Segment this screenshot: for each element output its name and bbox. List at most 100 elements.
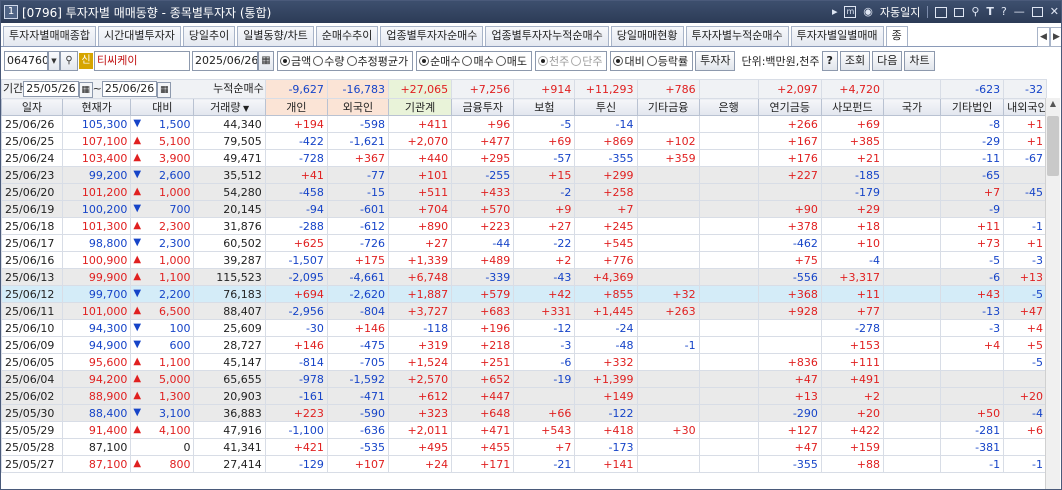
column-header[interactable]: 기관계 (388, 98, 453, 116)
radio-icon[interactable] (313, 56, 324, 66)
radio-icon[interactable] (537, 56, 548, 66)
vertical-scrollbar[interactable]: ▲ (1045, 98, 1060, 489)
pin-icon[interactable]: ⚲ (971, 1, 979, 23)
search-button[interactable]: 조회 (839, 51, 871, 71)
table-row[interactable]: 25/05/29 91,400 ▲ 4,100 47,916 -1,100 -636 +2,0… (1, 421, 1047, 439)
close-icon[interactable]: ✕ (1050, 1, 1059, 23)
column-header[interactable]: 현재가 (62, 98, 132, 116)
radios-unit-option[interactable]: 단주 (571, 53, 602, 69)
table-row[interactable]: 25/06/20 101,200 ▲ 1,000 54,280 -458 -15 +511 +4… (1, 183, 1047, 201)
radios-value-option[interactable]: 추정평균가 (346, 53, 408, 69)
radios-value-option[interactable]: 금액 (280, 53, 311, 69)
radios-unit-option[interactable]: 천주 (537, 53, 569, 69)
radios-value-option[interactable]: 수량 (313, 53, 345, 69)
chart-button[interactable]: 차트 (904, 51, 935, 71)
radio-icon[interactable] (613, 56, 624, 66)
auto-daily-label[interactable]: 자동일지 (880, 4, 920, 20)
table-row[interactable]: 25/06/04 94,200 ▲ 5,000 65,655 -978 -1,592 +2,5… (1, 370, 1047, 388)
chevron-left-icon[interactable]: ◀ (1037, 27, 1050, 47)
table-row[interactable]: 25/06/25 107,100 ▲ 5,100 79,505 -422 -1,621 +2,… (1, 132, 1047, 150)
calendar-icon[interactable]: ▦ (258, 51, 274, 71)
column-header[interactable]: 대비 (130, 98, 195, 116)
column-header[interactable]: 개인 (264, 98, 328, 116)
table-row[interactable]: 25/06/26 105,300 ▼ 1,500 44,340 +194 -598 +411 +… (1, 115, 1047, 133)
table-row[interactable]: 25/06/02 88,900 ▲ 1,300 20,903 -161 -471 +612 +4… (1, 387, 1047, 405)
table-row[interactable]: 25/06/11 101,000 ▲ 6,500 88,407 -2,956 -804 +3,… (1, 302, 1047, 320)
title-bar[interactable]: 1 [0796] 투자자별 매매동향 - 종목별투자자 (통합) ▸ m ◉ 자… (1, 1, 1061, 23)
scroll-up-icon[interactable]: ▲ (1047, 99, 1059, 113)
table-row[interactable]: 25/06/10 94,300 ▼ 100 25,609 -30 +146 -118 +196 -… (1, 319, 1047, 337)
radio-icon[interactable] (419, 56, 430, 66)
tab-3[interactable]: 일별동향/차트 (237, 26, 314, 46)
font-icon[interactable]: T (986, 1, 994, 23)
tab-6[interactable]: 업종별투자자누적순매수 (485, 26, 609, 46)
clock-icon[interactable]: ◉ (863, 1, 873, 23)
search-icon[interactable]: ⚲ (60, 51, 78, 71)
radio-icon[interactable] (462, 56, 473, 66)
play-icon[interactable]: ▸ (832, 1, 838, 23)
dropdown-icon[interactable]: ▼ (48, 51, 60, 71)
tab-5[interactable]: 업종별투자자순매수 (380, 26, 484, 46)
column-header[interactable]: 은행 (698, 98, 759, 116)
radios-side-option[interactable]: 매수 (462, 53, 494, 69)
help-button[interactable]: ? (821, 51, 838, 71)
tab-1[interactable]: 시간대별투자자 (97, 26, 181, 46)
column-header[interactable]: 국가 (882, 98, 942, 116)
radios-side-option[interactable]: 매도 (495, 53, 527, 69)
radios-compare-option[interactable]: 대비 (613, 53, 645, 69)
column-header[interactable]: 보험 (513, 98, 576, 116)
calendar-icon[interactable]: ▦ (78, 82, 93, 98)
tab-0[interactable]: 투자자별매매종합 (3, 26, 96, 46)
radio-icon[interactable] (280, 56, 290, 66)
column-header[interactable]: 일자 (1, 98, 64, 116)
column-header[interactable]: 기타금융 (636, 98, 700, 116)
memo-icon[interactable]: m (844, 6, 857, 18)
column-header[interactable]: 금융투자 (451, 98, 515, 116)
period-from-input[interactable]: 25/05/26 (23, 81, 79, 97)
tab-10[interactable]: 종 (885, 26, 908, 46)
date-input[interactable]: 2025/06/26 (192, 51, 258, 71)
table-row[interactable]: 25/06/16 100,900 ▲ 1,000 39,287 -1,507 +175 +1,… (1, 251, 1047, 269)
radio-icon[interactable] (346, 56, 357, 66)
column-header[interactable]: 투신 (574, 98, 638, 116)
window-number[interactable]: 1 (4, 5, 18, 19)
tab-9[interactable]: 투자자별일별매매 (790, 26, 884, 46)
table-row[interactable]: 25/05/30 88,400 ▼ 3,100 36,883 +223 -590 +323 +6… (1, 404, 1047, 422)
tab-4[interactable]: 순매수추이 (315, 26, 379, 46)
table-row[interactable]: 25/06/17 98,800 ▼ 2,300 60,502 +625 -726 +27 -44… (1, 234, 1047, 252)
copy-icon[interactable] (954, 7, 965, 17)
table-row[interactable]: 25/06/13 99,900 ▲ 1,100 115,523 -2,095 -4,661 +… (1, 268, 1047, 286)
column-header[interactable]: 사모펀드 (820, 98, 884, 116)
maximize-icon[interactable] (1031, 7, 1043, 17)
chevron-right-icon[interactable]: ▶ (1050, 27, 1061, 47)
radio-icon[interactable] (495, 56, 506, 66)
column-header[interactable]: 기타법인 (939, 98, 1005, 116)
radio-icon[interactable] (646, 56, 657, 66)
help-icon[interactable]: ? (1001, 1, 1007, 23)
column-header[interactable]: 내외국인 (1003, 98, 1047, 116)
stock-name-field[interactable]: 티씨케이 (94, 51, 190, 71)
tab-2[interactable]: 당일추이 (182, 26, 236, 46)
column-header[interactable]: 연기금등 (757, 98, 822, 116)
table-row[interactable]: 25/06/12 99,700 ▼ 2,200 76,183 +694 -2,620 +1,8… (1, 285, 1047, 303)
tab-8[interactable]: 투자자별누적순매수 (685, 26, 789, 46)
scroll-thumb[interactable] (1047, 116, 1059, 176)
layout-icon[interactable] (935, 6, 948, 18)
table-row[interactable]: 25/05/28 87,100 0 41,341 +421 -535 +495 +455 +7 -… (1, 438, 1047, 456)
calendar-icon[interactable]: ▦ (157, 82, 172, 98)
table-row[interactable]: 25/06/05 95,600 ▲ 1,100 45,147 -814 -705 +1,524… (1, 353, 1047, 371)
radios-compare-option[interactable]: 등락률 (646, 53, 688, 69)
table-row[interactable]: 25/05/27 87,100 ▲ 800 27,414 -129 +107 +24 +171 -… (1, 455, 1047, 473)
radio-icon[interactable] (571, 56, 582, 66)
radios-side-option[interactable]: 순매수 (419, 53, 460, 69)
period-to-input[interactable]: 25/06/26 (101, 81, 158, 97)
table-row[interactable]: 25/06/23 99,200 ▼ 2,600 35,512 +41 -77 +101 -255… (1, 166, 1047, 184)
next-button[interactable]: 다음 (872, 51, 903, 71)
minimize-icon[interactable]: — (1014, 1, 1025, 23)
table-row[interactable]: 25/06/18 101,300 ▲ 2,300 31,876 -288 -612 +890 +… (1, 217, 1047, 235)
column-header[interactable]: 거래량 ▼ (193, 98, 266, 116)
column-header[interactable]: 외국인 (326, 98, 390, 116)
table-row[interactable]: 25/06/24 103,400 ▲ 3,900 49,471 -728 +367 +440 +… (1, 149, 1047, 167)
tab-7[interactable]: 당일매매현황 (610, 26, 684, 46)
table-row[interactable]: 25/06/19 100,200 ▼ 700 20,145 -94 -601 +704 +570… (1, 200, 1047, 218)
